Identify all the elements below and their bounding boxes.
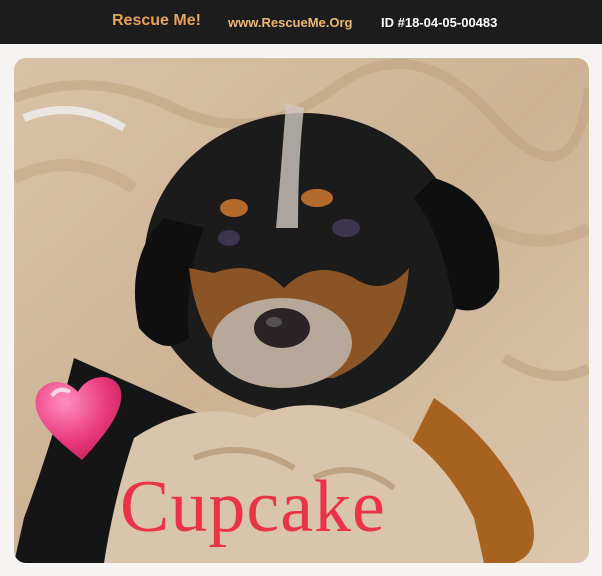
site-header: Rescue Me! www.RescueMe.Org ID #18-04-05… (0, 0, 602, 44)
left-eye (218, 230, 240, 246)
site-url[interactable]: www.RescueMe.Org (228, 15, 353, 30)
listing-id: ID #18-04-05-00483 (381, 15, 498, 30)
nose (254, 308, 310, 348)
pet-name-caption: Cupcake (120, 466, 386, 548)
brand-logo[interactable]: Rescue Me! (112, 12, 201, 30)
right-eye (332, 219, 360, 237)
